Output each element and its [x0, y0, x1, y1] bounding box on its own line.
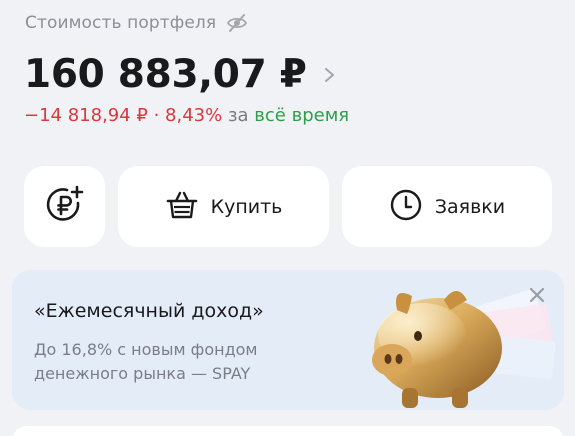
promo-description: До 16,8% с новым фондом денежного рынка … [34, 340, 258, 383]
period-prefix: за [222, 105, 255, 126]
change-separator: · [147, 105, 166, 126]
portfolio-label: Стоимость портфеля [25, 13, 217, 33]
close-icon[interactable] [528, 286, 546, 304]
change-amount: −14 818,94 ₽ [24, 105, 148, 126]
buy-label: Купить [210, 195, 283, 218]
portfolio-value: 160 883,07 ₽ [24, 52, 307, 97]
basket-icon [165, 188, 199, 226]
portfolio-label-row: Стоимость портфеля [25, 12, 248, 34]
eye-hidden-icon[interactable] [226, 12, 248, 34]
add-money-button[interactable] [24, 166, 105, 247]
buy-button[interactable]: Купить [118, 166, 329, 247]
period-selector[interactable]: всё время [254, 105, 349, 126]
clock-icon [389, 188, 423, 226]
change-percent: 8,43% [165, 105, 223, 126]
orders-label: Заявки [434, 195, 506, 218]
portfolio-screen: Стоимость портфеля 160 883,07 ₽ −14 818,… [0, 0, 575, 436]
portfolio-change-row: −14 818,94 ₽ · 8,43% за всё время [24, 105, 349, 126]
chevron-right-icon [323, 64, 337, 86]
promo-banner[interactable]: «Ежемесячный доход» До 16,8% с новым фон… [12, 270, 564, 410]
portfolio-value-row[interactable]: 160 883,07 ₽ [24, 52, 337, 97]
next-card[interactable] [12, 426, 564, 436]
promo-title: «Ежемесячный доход» [34, 300, 264, 322]
orders-button[interactable]: Заявки [342, 166, 552, 247]
ruble-plus-icon [43, 183, 87, 231]
